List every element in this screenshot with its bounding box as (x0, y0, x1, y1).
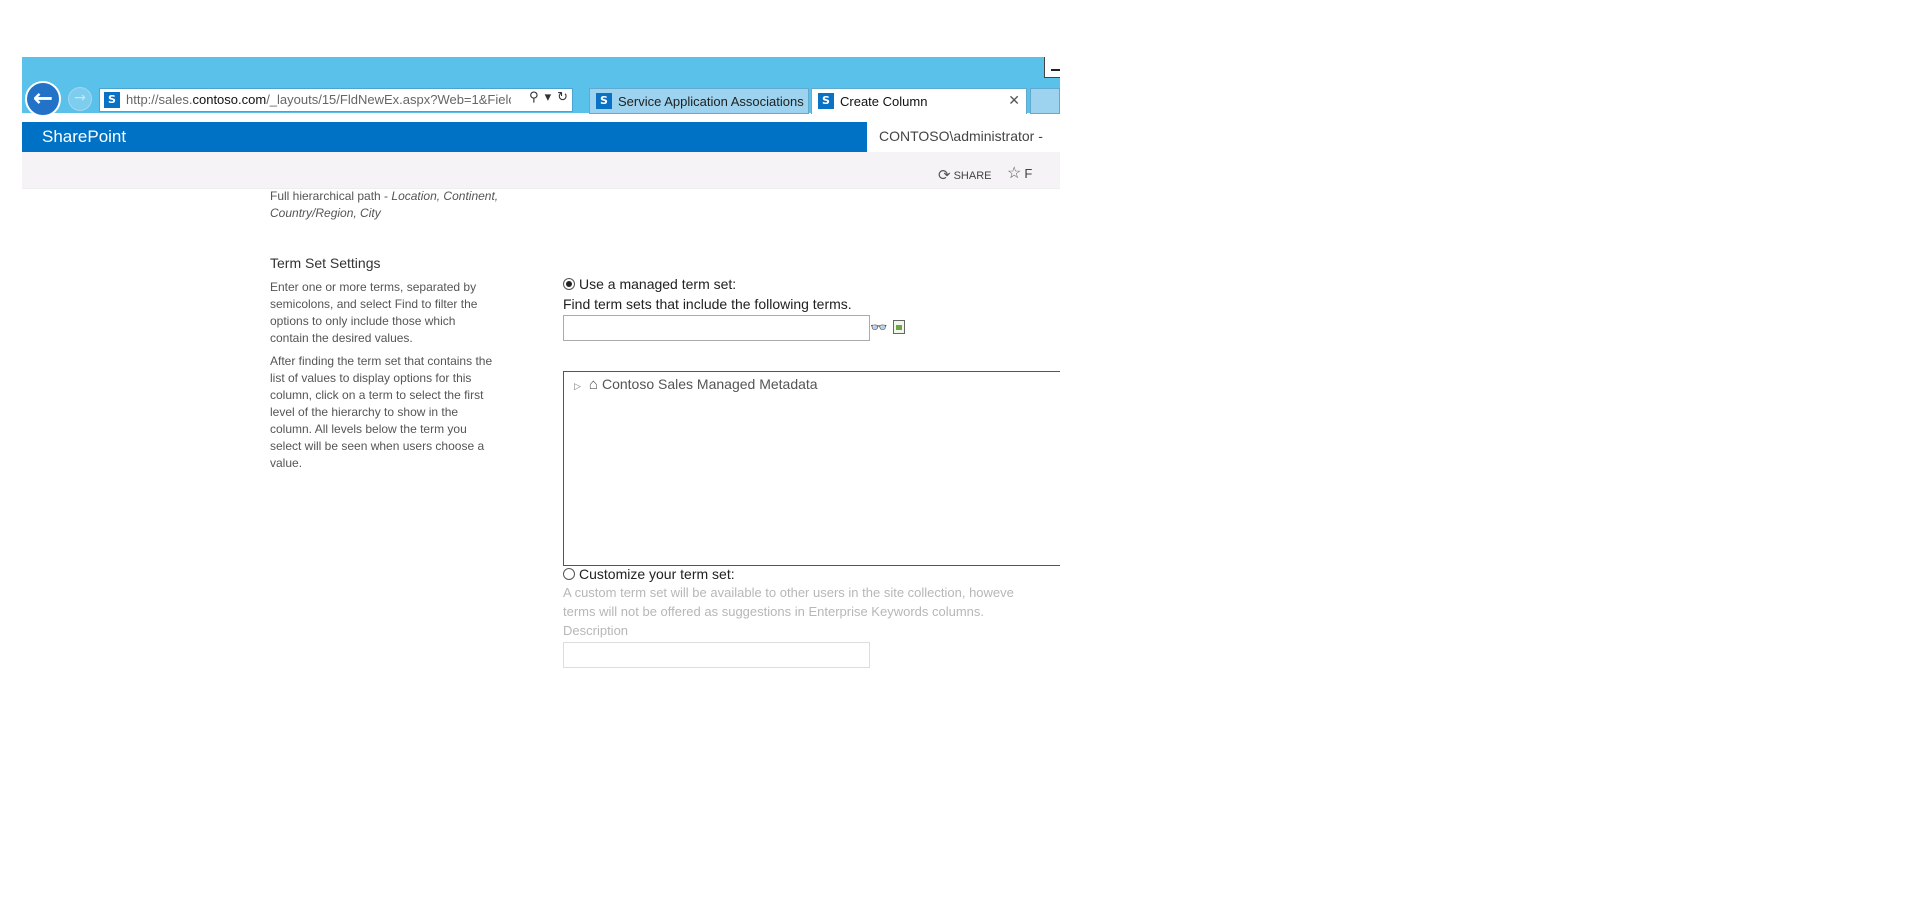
description-input[interactable] (563, 642, 870, 668)
forward-button[interactable]: → (68, 87, 92, 111)
suite-bar: SharePoint CONTOSO\administrator - (22, 122, 1060, 152)
close-icon[interactable]: ✕ (1008, 92, 1020, 109)
minimize-button[interactable] (1044, 57, 1060, 78)
ribbon-bar: ⟳ SHARE ☆ F (22, 152, 1060, 189)
sharepoint-favicon-icon: S (596, 93, 612, 109)
title-bar (22, 57, 1060, 79)
back-button[interactable]: ← (25, 81, 61, 117)
sharepoint-brand[interactable]: SharePoint (42, 127, 126, 147)
user-menu[interactable]: CONTOSO\administrator - (867, 122, 1060, 152)
tree-node-root[interactable]: ▷ ⌂ Contoso Sales Managed Metadata (574, 376, 818, 393)
star-icon: ☆ (1007, 165, 1022, 182)
new-tab-button[interactable] (1030, 88, 1060, 114)
dropdown-arrow-icon[interactable]: ▾ (545, 90, 552, 105)
expand-arrow-icon[interactable]: ▷ (574, 381, 581, 391)
follow-button[interactable]: ☆ F (1007, 163, 1032, 183)
display-format-description: Full hierarchical path - Location, Conti… (270, 189, 499, 220)
customize-term-set-radio[interactable] (563, 568, 575, 580)
search-icon[interactable]: ⚲ (529, 90, 539, 105)
sharepoint-favicon-icon: S (104, 92, 120, 108)
managed-term-set-radio[interactable] (563, 278, 575, 290)
user-name: CONTOSO\administrator - (879, 128, 1043, 144)
tab-label: Service Application Associations (618, 94, 804, 109)
binoculars-find-icon[interactable]: 👓 (870, 320, 887, 336)
browse-icon[interactable] (893, 320, 906, 334)
term-store-icon: ⌂ (588, 376, 598, 393)
main-content: Full hierarchical path - Location, Conti… (22, 188, 1060, 671)
use-managed-term-set-option[interactable]: Use a managed term set: (563, 276, 736, 292)
tab-label: Create Column (840, 94, 928, 109)
browser-window: ← → S http://sales.contoso.com/_layouts/… (22, 57, 1060, 671)
term-set-description-1: Enter one or more terms, separated by se… (270, 280, 478, 345)
tab-service-application-associations[interactable]: S Service Application Associations (589, 88, 809, 114)
customize-description-line1: A custom term set will be available to o… (563, 585, 1014, 600)
share-button[interactable]: ⟳ SHARE (938, 165, 991, 184)
address-bar[interactable]: S http://sales.contoso.com/_layouts/15/F… (99, 88, 573, 112)
share-icon: ⟳ (938, 167, 951, 184)
find-term-sets-label: Find term sets that include the followin… (563, 296, 852, 312)
sharepoint-favicon-icon: S (818, 93, 834, 109)
find-terms-input[interactable] (563, 315, 870, 341)
refresh-icon[interactable]: ↻ (557, 90, 568, 105)
tab-create-column[interactable]: S Create Column ✕ (811, 88, 1027, 114)
customize-description-line2: terms will not be offered as suggestions… (563, 604, 985, 619)
term-set-settings-title: Term Set Settings (270, 255, 381, 271)
term-set-description-2: After finding the term set that contains… (270, 354, 493, 470)
term-set-tree[interactable]: ▷ ⌂ Contoso Sales Managed Metadata (563, 371, 1060, 566)
description-label: Description (563, 623, 629, 638)
customize-term-set-option[interactable]: Customize your term set: (563, 566, 735, 582)
url-text[interactable]: http://sales.contoso.com/_layouts/15/Fld… (126, 92, 511, 107)
